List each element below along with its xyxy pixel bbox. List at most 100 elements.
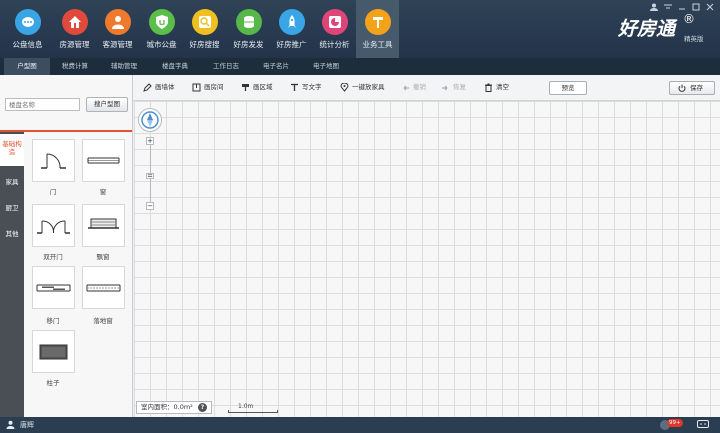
drawing-canvas[interactable] <box>134 101 720 417</box>
zoom-slider-handle[interactable]: = <box>146 173 154 180</box>
nav-item-city-listing[interactable]: 城市公盘 <box>140 0 183 58</box>
close-icon[interactable] <box>706 3 714 13</box>
redo-button[interactable]: 恢复 <box>441 75 466 100</box>
preview-button[interactable]: 预览 <box>549 81 587 95</box>
pencil-icon <box>143 83 152 92</box>
maximize-icon[interactable] <box>692 3 700 13</box>
item-label: 落地窗 <box>93 317 113 325</box>
write-text-button[interactable]: 写文字 <box>290 75 322 100</box>
shield-icon <box>148 9 175 35</box>
tab-floor-plan[interactable]: 户型图 <box>4 58 50 75</box>
sub-tab-bar: 户型图 税费计算 辅助管理 楼盘字典 工作日志 电子名片 电子地图 <box>0 58 720 75</box>
component-sliding-door[interactable] <box>32 266 75 309</box>
brand-logo: 好房通 <box>618 18 676 40</box>
paint-roller-icon <box>242 84 249 91</box>
nav-label: 好房搜搜 <box>189 40 220 49</box>
tab-assist-management[interactable]: 辅助管理 <box>101 58 147 75</box>
scale-label: 1.0m <box>238 403 254 410</box>
double-door-icon <box>37 220 70 234</box>
nav-label: 公盘信息 <box>12 40 43 49</box>
tab-tax-calculator[interactable]: 税费计算 <box>52 58 98 75</box>
window-icon <box>87 157 120 164</box>
edition-label: 精英版 <box>684 35 704 43</box>
category-furniture[interactable]: 家具 <box>0 168 24 196</box>
search-icon <box>191 9 218 35</box>
minimize-icon[interactable] <box>678 3 686 13</box>
bay-window-icon <box>88 218 119 229</box>
menu-icon[interactable] <box>664 3 672 13</box>
zoom-in-button[interactable]: + <box>146 137 154 145</box>
nav-item-client-management[interactable]: 客源管理 <box>96 0 139 58</box>
nav-label: 业务工具 <box>362 40 393 49</box>
save-button[interactable]: 保存 <box>669 81 715 95</box>
component-door[interactable] <box>32 139 75 182</box>
building-name-input[interactable] <box>5 98 80 111</box>
search-floor-plan-button[interactable]: 搜户型图 <box>86 97 128 112</box>
french-window-icon <box>86 284 121 292</box>
room-icon <box>192 83 201 92</box>
nav-label: 好房发发 <box>233 40 264 49</box>
draw-area-button[interactable]: 画区域 <box>241 75 273 100</box>
component-french-window[interactable] <box>82 266 125 309</box>
nav-item-house-search[interactable]: 好房搜搜 <box>183 0 226 58</box>
power-icon <box>678 84 686 92</box>
map-pin-icon <box>340 83 349 92</box>
tool-icon <box>364 9 391 35</box>
current-user-name: 唐辉 <box>20 421 34 429</box>
nav-label: 客源管理 <box>102 40 133 49</box>
rocket-icon <box>278 9 305 35</box>
door-icon <box>41 153 66 169</box>
undo-icon <box>403 85 409 91</box>
tab-building-dictionary[interactable]: 楼盘字典 <box>152 58 198 75</box>
tab-business-card[interactable]: 电子名片 <box>253 58 299 75</box>
pillar-icon <box>39 344 68 360</box>
category-other[interactable]: 其他 <box>0 220 24 248</box>
item-label: 飘窗 <box>96 253 110 261</box>
nav-item-business-tools[interactable]: 业务工具 <box>356 0 399 58</box>
notification-badge: 99+ <box>667 419 683 427</box>
user-icon[interactable] <box>650 3 658 13</box>
scale-bar <box>228 410 278 413</box>
status-bar: 唐辉 99+ <box>0 417 720 433</box>
compass-icon[interactable] <box>138 108 162 132</box>
item-label: 柱子 <box>46 379 60 387</box>
top-nav-bar: 公盘信息 房源管理 客源管理 城市公盘 好房搜搜 好房发发 好房推广 统计分析 … <box>0 0 720 58</box>
component-pillar[interactable] <box>32 330 75 373</box>
help-icon[interactable]: ? <box>198 403 207 412</box>
house-icon <box>61 9 88 35</box>
nav-label: 好房推广 <box>276 40 307 49</box>
pie-chart-icon <box>321 9 348 35</box>
save-label: 保存 <box>690 84 703 92</box>
nav-label: 房源管理 <box>59 40 90 49</box>
component-double-door[interactable] <box>32 204 75 247</box>
tab-work-log[interactable]: 工作日志 <box>203 58 249 75</box>
drawing-toolbar: 画墙体 画房间 画区域 写文字 一键放家具 撤销 恢复 清空 预览 保存 <box>133 75 720 101</box>
component-panel: 搜户型图 基础构造 家具 厨卫 其他 门 窗 双开门 飘窗 <box>0 75 133 417</box>
category-kitchen-bath[interactable]: 厨卫 <box>0 194 24 222</box>
database-icon <box>235 9 262 35</box>
item-label: 窗 <box>99 188 107 196</box>
component-window[interactable] <box>82 139 125 182</box>
nav-label: 城市公盘 <box>146 40 177 49</box>
category-column: 基础构造 家具 厨卫 其他 <box>0 132 24 417</box>
person-icon <box>104 9 131 35</box>
clear-button[interactable]: 清空 <box>484 75 509 100</box>
chat-icon[interactable] <box>697 420 709 429</box>
draw-wall-button[interactable]: 画墙体 <box>143 75 175 100</box>
text-icon <box>291 83 298 91</box>
sliding-door-icon <box>36 284 71 292</box>
brand-registered-mark: ® <box>683 12 695 26</box>
nav-item-statistics[interactable]: 统计分析 <box>313 0 356 58</box>
user-avatar-icon <box>6 420 15 429</box>
nav-item-public-info[interactable]: 公盘信息 <box>6 0 49 58</box>
place-furniture-button[interactable]: 一键放家具 <box>340 75 385 100</box>
tab-map[interactable]: 电子地图 <box>303 58 349 75</box>
nav-item-house-promotion[interactable]: 好房推广 <box>270 0 313 58</box>
category-basic-structure[interactable]: 基础构造 <box>0 134 24 166</box>
zoom-out-button[interactable]: − <box>146 202 154 210</box>
nav-item-property-management[interactable]: 房源管理 <box>53 0 96 58</box>
component-bay-window[interactable] <box>82 204 125 247</box>
undo-button[interactable]: 撤销 <box>401 75 426 100</box>
draw-room-button[interactable]: 画房间 <box>192 75 224 100</box>
nav-item-house-publish[interactable]: 好房发发 <box>227 0 270 58</box>
